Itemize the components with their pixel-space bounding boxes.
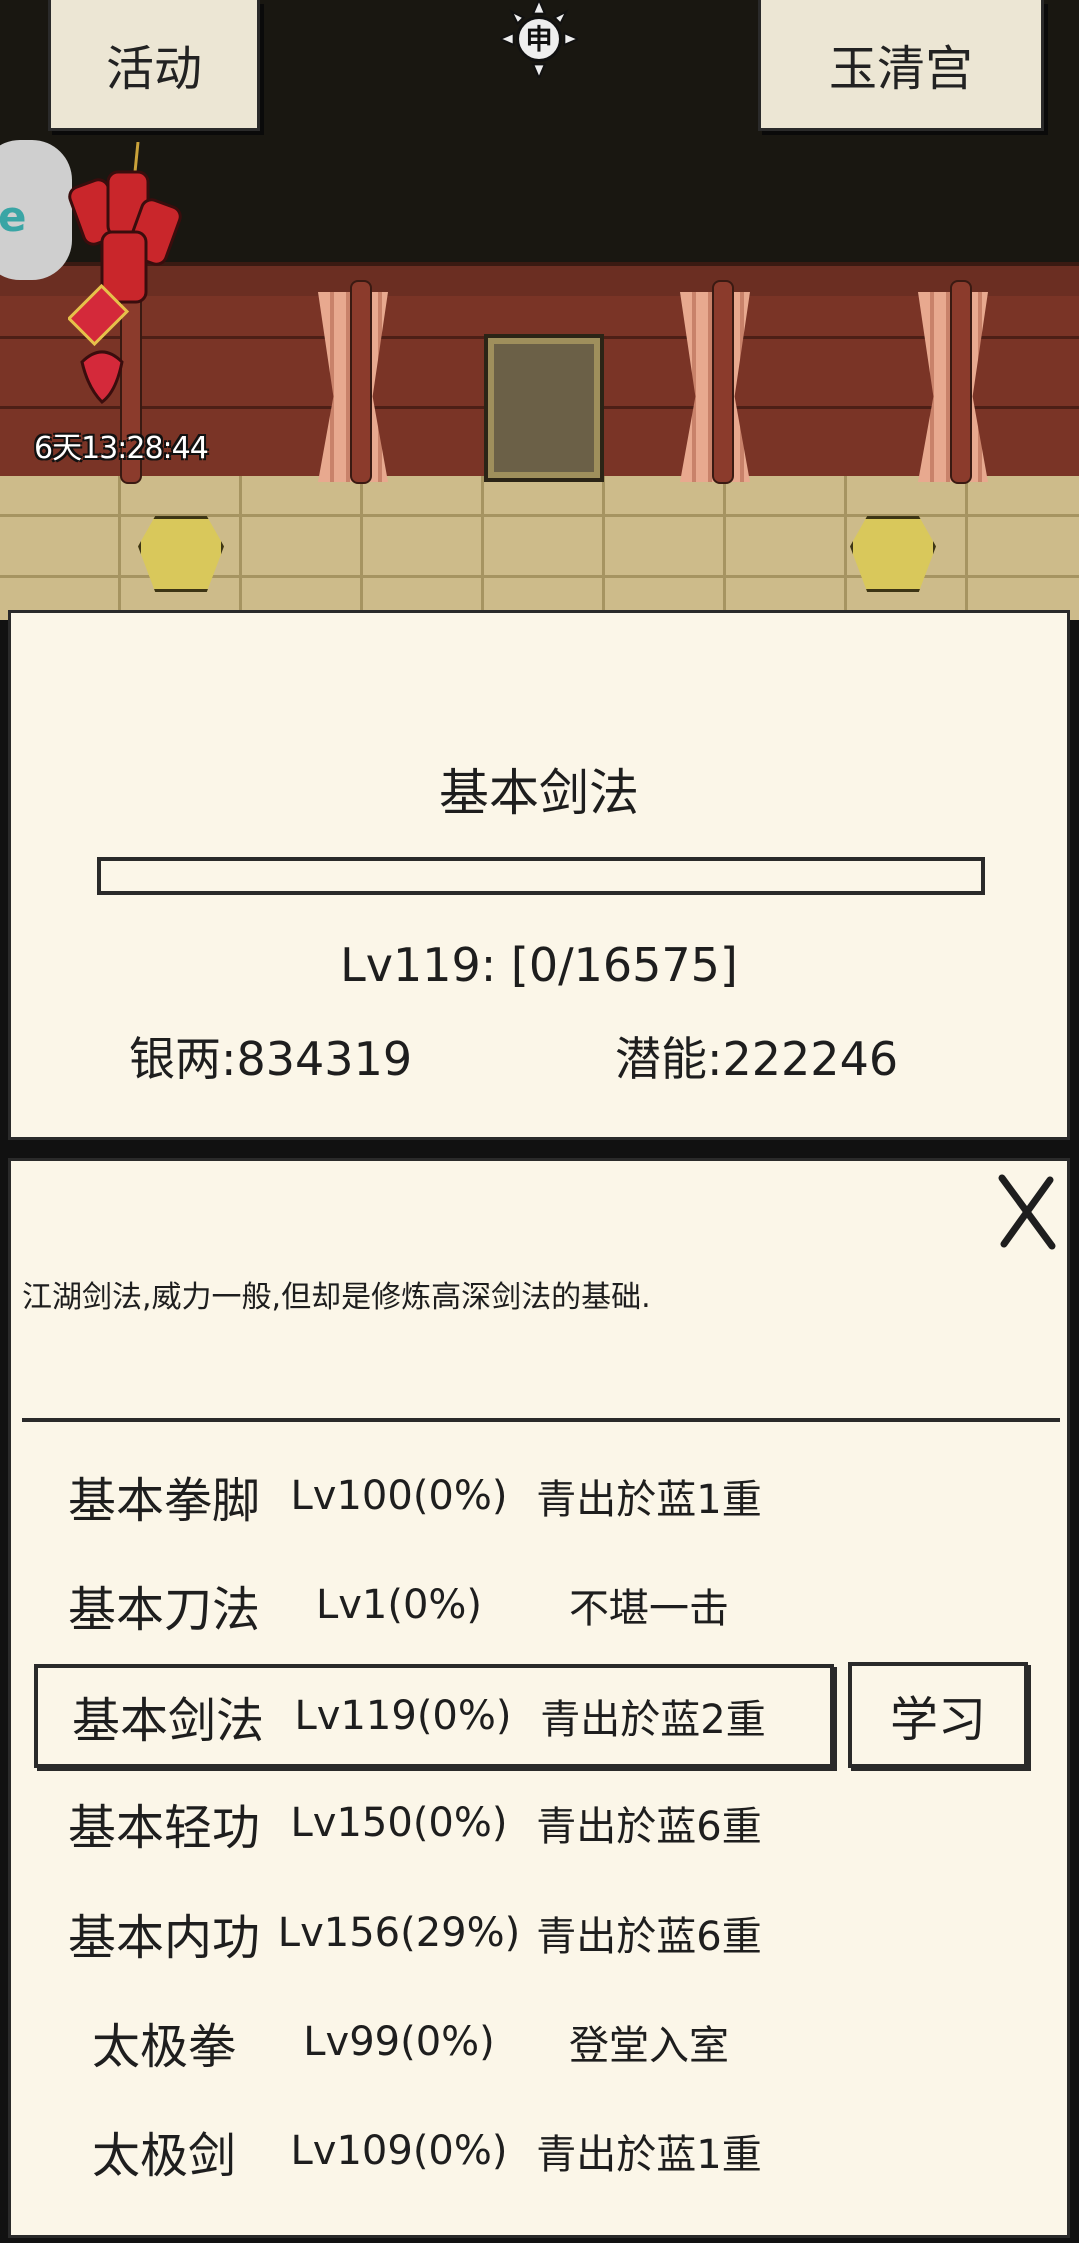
close-icon[interactable] <box>994 1172 1060 1252</box>
skill-row[interactable]: 太极拳 Lv99(0%) 登堂入室 <box>34 1993 834 2091</box>
skill-name: 基本内功 <box>67 1910 260 1966</box>
skill-rank: 青出於蓝1重 <box>536 1477 762 1523</box>
pillar <box>950 280 972 484</box>
skill-description: 江湖剑法,威力一般,但却是修炼高深剑法的基础. <box>22 1280 651 1315</box>
skill-name: 太极剑 <box>91 2128 236 2184</box>
learn-label: 学习 <box>889 1692 986 1748</box>
learn-button[interactable]: 学习 <box>848 1662 1028 1768</box>
skill-level: Lv156(29%) <box>277 1910 521 1956</box>
skill-progress-bar <box>97 857 985 895</box>
skill-row[interactable]: 基本拳脚 Lv100(0%) 青出於蓝1重 <box>34 1447 834 1545</box>
skill-row[interactable]: 基本刀法 Lv1(0%) 不堪一击 <box>34 1556 834 1654</box>
skill-level: Lv1(0%) <box>315 1582 483 1628</box>
skill-level: Lv100(0%) <box>290 1473 508 1519</box>
skill-row[interactable]: 基本轻功 Lv150(0%) 青出於蓝6重 <box>34 1774 834 1872</box>
silver-amount: 银两:834319 <box>129 1032 413 1086</box>
potential-amount: 潜能:222246 <box>615 1032 899 1086</box>
skill-rank: 登堂入室 <box>569 2023 729 2069</box>
skill-name: 基本轻功 <box>67 1800 260 1856</box>
firecracker-event-icon[interactable] <box>68 142 188 412</box>
skill-detail-card: 基本剑法 Lv119: [0/16575] 银两:834319 潜能:22224… <box>8 610 1070 1140</box>
skill-level: Lv109(0%) <box>290 2128 508 2174</box>
skill-row-selected[interactable]: 基本剑法 Lv119(0%) 青出於蓝2重 <box>34 1664 834 1768</box>
skill-rank: 青出於蓝1重 <box>536 2132 762 2178</box>
activity-button[interactable]: 活动 <box>48 0 260 131</box>
skill-row[interactable]: 基本内功 Lv156(29%) 青出於蓝6重 <box>34 1884 834 1982</box>
lantern <box>138 516 224 592</box>
skill-rank: 青出於蓝6重 <box>536 1804 762 1850</box>
pillar <box>712 280 734 484</box>
skill-rank: 青出於蓝6重 <box>536 1914 762 1960</box>
divider <box>22 1418 1060 1422</box>
skill-name: 太极拳 <box>91 2019 236 2075</box>
doorway[interactable] <box>484 334 604 482</box>
location-label: 玉清宫 <box>828 41 973 97</box>
time-emblem-icon: 申 <box>500 0 578 78</box>
skill-name: 基本剑法 <box>71 1693 264 1749</box>
skill-level: Lv119(0%) <box>294 1693 512 1739</box>
skill-rank: 青出於蓝2重 <box>540 1697 766 1743</box>
location-button[interactable]: 玉清宫 <box>758 0 1044 131</box>
event-timer: 6天13:28:44 <box>34 431 209 466</box>
skill-title: 基本剑法 <box>439 764 639 822</box>
skill-name: 基本刀法 <box>67 1582 260 1638</box>
pillar <box>350 280 372 484</box>
skill-level: Lv150(0%) <box>290 1800 508 1846</box>
skill-level: Lv99(0%) <box>303 2019 495 2065</box>
side-app-icon[interactable]: e <box>0 140 72 280</box>
skill-rank: 不堪一击 <box>569 1586 729 1632</box>
svg-text:申: 申 <box>525 25 552 56</box>
activity-label: 活动 <box>105 41 202 97</box>
skill-name: 基本拳脚 <box>67 1473 260 1529</box>
lantern <box>850 516 936 592</box>
skill-row[interactable]: 太极剑 Lv109(0%) 青出於蓝1重 <box>34 2102 834 2200</box>
skill-level-text: Lv119: [0/16575] <box>340 938 738 992</box>
